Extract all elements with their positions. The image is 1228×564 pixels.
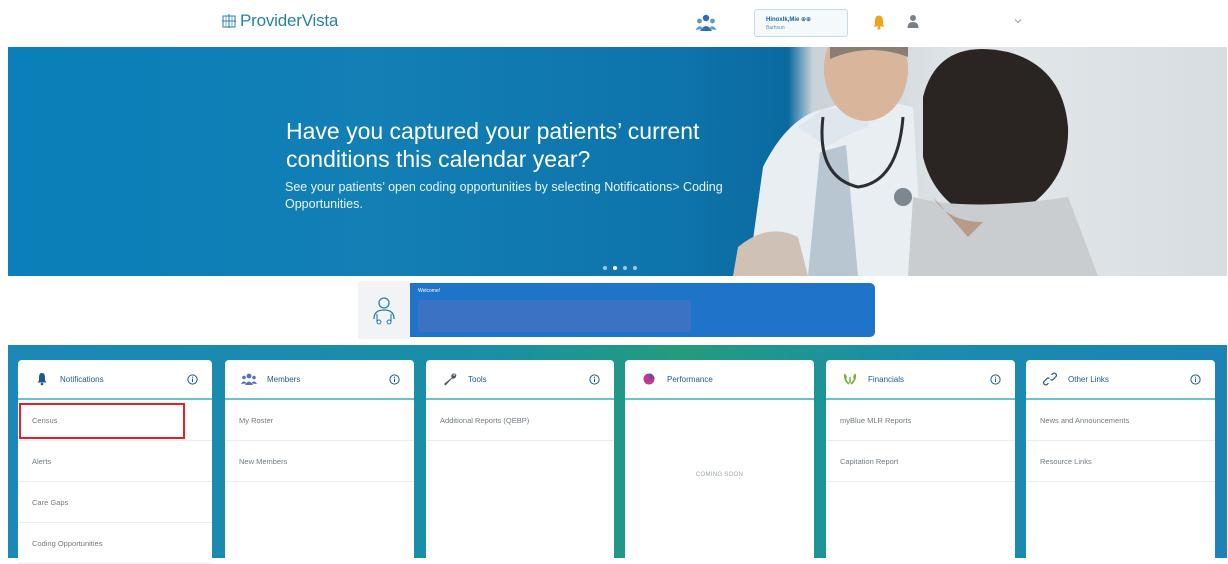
notifications-panel-header: Notifications (18, 360, 212, 400)
bell-icon (37, 373, 47, 386)
panel-title: Performance (667, 374, 713, 384)
carousel-dot-active[interactable] (613, 266, 617, 270)
other-links-panel: Other Links News and Announcements Resou… (1026, 360, 1215, 558)
welcome-user-name (418, 300, 691, 332)
menu-item-mlr-reports[interactable]: myBlue MLR Reports (826, 400, 1015, 441)
user-account-switcher[interactable]: Hinoxlk,Mie ⊕⊕ Barhsun (754, 9, 848, 37)
promo-banner[interactable]: Have you captured your patients’ current… (8, 47, 1227, 276)
performance-panel: Performance COMING SOON (625, 360, 814, 558)
panel-title: Financials (868, 374, 905, 384)
members-icon (241, 373, 257, 385)
tools-panel: Tools Additional Reports (QEBP) (426, 360, 614, 558)
panel-title: Tools (468, 374, 487, 384)
link-icon (1042, 372, 1058, 386)
chevron-down-icon[interactable] (1014, 17, 1022, 25)
info-icon[interactable] (1190, 374, 1201, 385)
carousel-dot[interactable] (603, 266, 607, 270)
pie-chart-icon (643, 373, 655, 385)
user-name: Hinoxlk,Mie ⊕⊕ (766, 17, 812, 23)
menu-item-capitation-report[interactable]: Capitation Report (826, 441, 1015, 482)
carousel-dot[interactable] (623, 266, 627, 270)
notifications-panel: Notifications Census Alerts Care Gaps Co… (18, 360, 212, 564)
menu-item-resource-links[interactable]: Resource Links (1026, 441, 1215, 482)
members-panel-header: Members (225, 360, 414, 400)
menu-item-care-gaps[interactable]: Care Gaps (18, 482, 212, 523)
info-icon[interactable] (187, 374, 198, 385)
financials-panel-header: Financials (826, 360, 1015, 400)
members-panel: Members My Roster New Members (225, 360, 414, 558)
menu-item-my-roster[interactable]: My Roster (225, 400, 414, 441)
carousel-dots (594, 263, 646, 273)
panel-title: Members (267, 374, 301, 384)
banner-headline: Have you captured your patients’ current… (286, 118, 700, 172)
census-highlight-box (19, 403, 185, 439)
provider-avatar-icon (373, 297, 395, 325)
bell-icon[interactable] (872, 14, 886, 30)
person-icon[interactable] (906, 13, 920, 29)
banner-subline: See your patients’ open coding opportuni… (285, 180, 723, 211)
menu-item-alerts[interactable]: Alerts (18, 441, 212, 482)
providervista-logo[interactable]: ProviderVista (221, 10, 338, 32)
info-icon[interactable] (990, 374, 1001, 385)
welcome-card: Welcome! (410, 283, 875, 337)
menu-item-new-members[interactable]: New Members (225, 441, 414, 482)
tools-panel-header: Tools (426, 360, 614, 400)
brand-name: ProviderVista (240, 11, 339, 30)
performance-panel-header: Performance (625, 360, 814, 400)
coming-soon-text: COMING SOON (695, 472, 744, 478)
welcome-section: Welcome! (8, 277, 1227, 345)
menu-item-additional-reports[interactable]: Additional Reports (QEBP) (426, 400, 614, 441)
info-icon[interactable] (589, 374, 600, 385)
info-icon[interactable] (389, 374, 400, 385)
panel-title: Notifications (60, 374, 104, 384)
carousel-dot[interactable] (633, 266, 637, 270)
wrench-icon (444, 373, 457, 386)
user-subtitle: Barhsun (766, 25, 785, 31)
avatar (358, 281, 410, 339)
laurel-icon (844, 373, 856, 385)
org-icon[interactable] (695, 12, 717, 34)
panel-title: Other Links (1068, 374, 1109, 384)
top-navigation-bar: ProviderVista Hinoxlk,Mie ⊕⊕ Barhsun (0, 0, 1228, 46)
other-links-panel-header: Other Links (1026, 360, 1215, 400)
welcome-label: Welcome! (418, 288, 441, 294)
financials-panel: Financials myBlue MLR Reports Capitation… (826, 360, 1015, 558)
menu-item-news-announcements[interactable]: News and Announcements (1026, 400, 1215, 441)
logo-icon (222, 14, 236, 28)
